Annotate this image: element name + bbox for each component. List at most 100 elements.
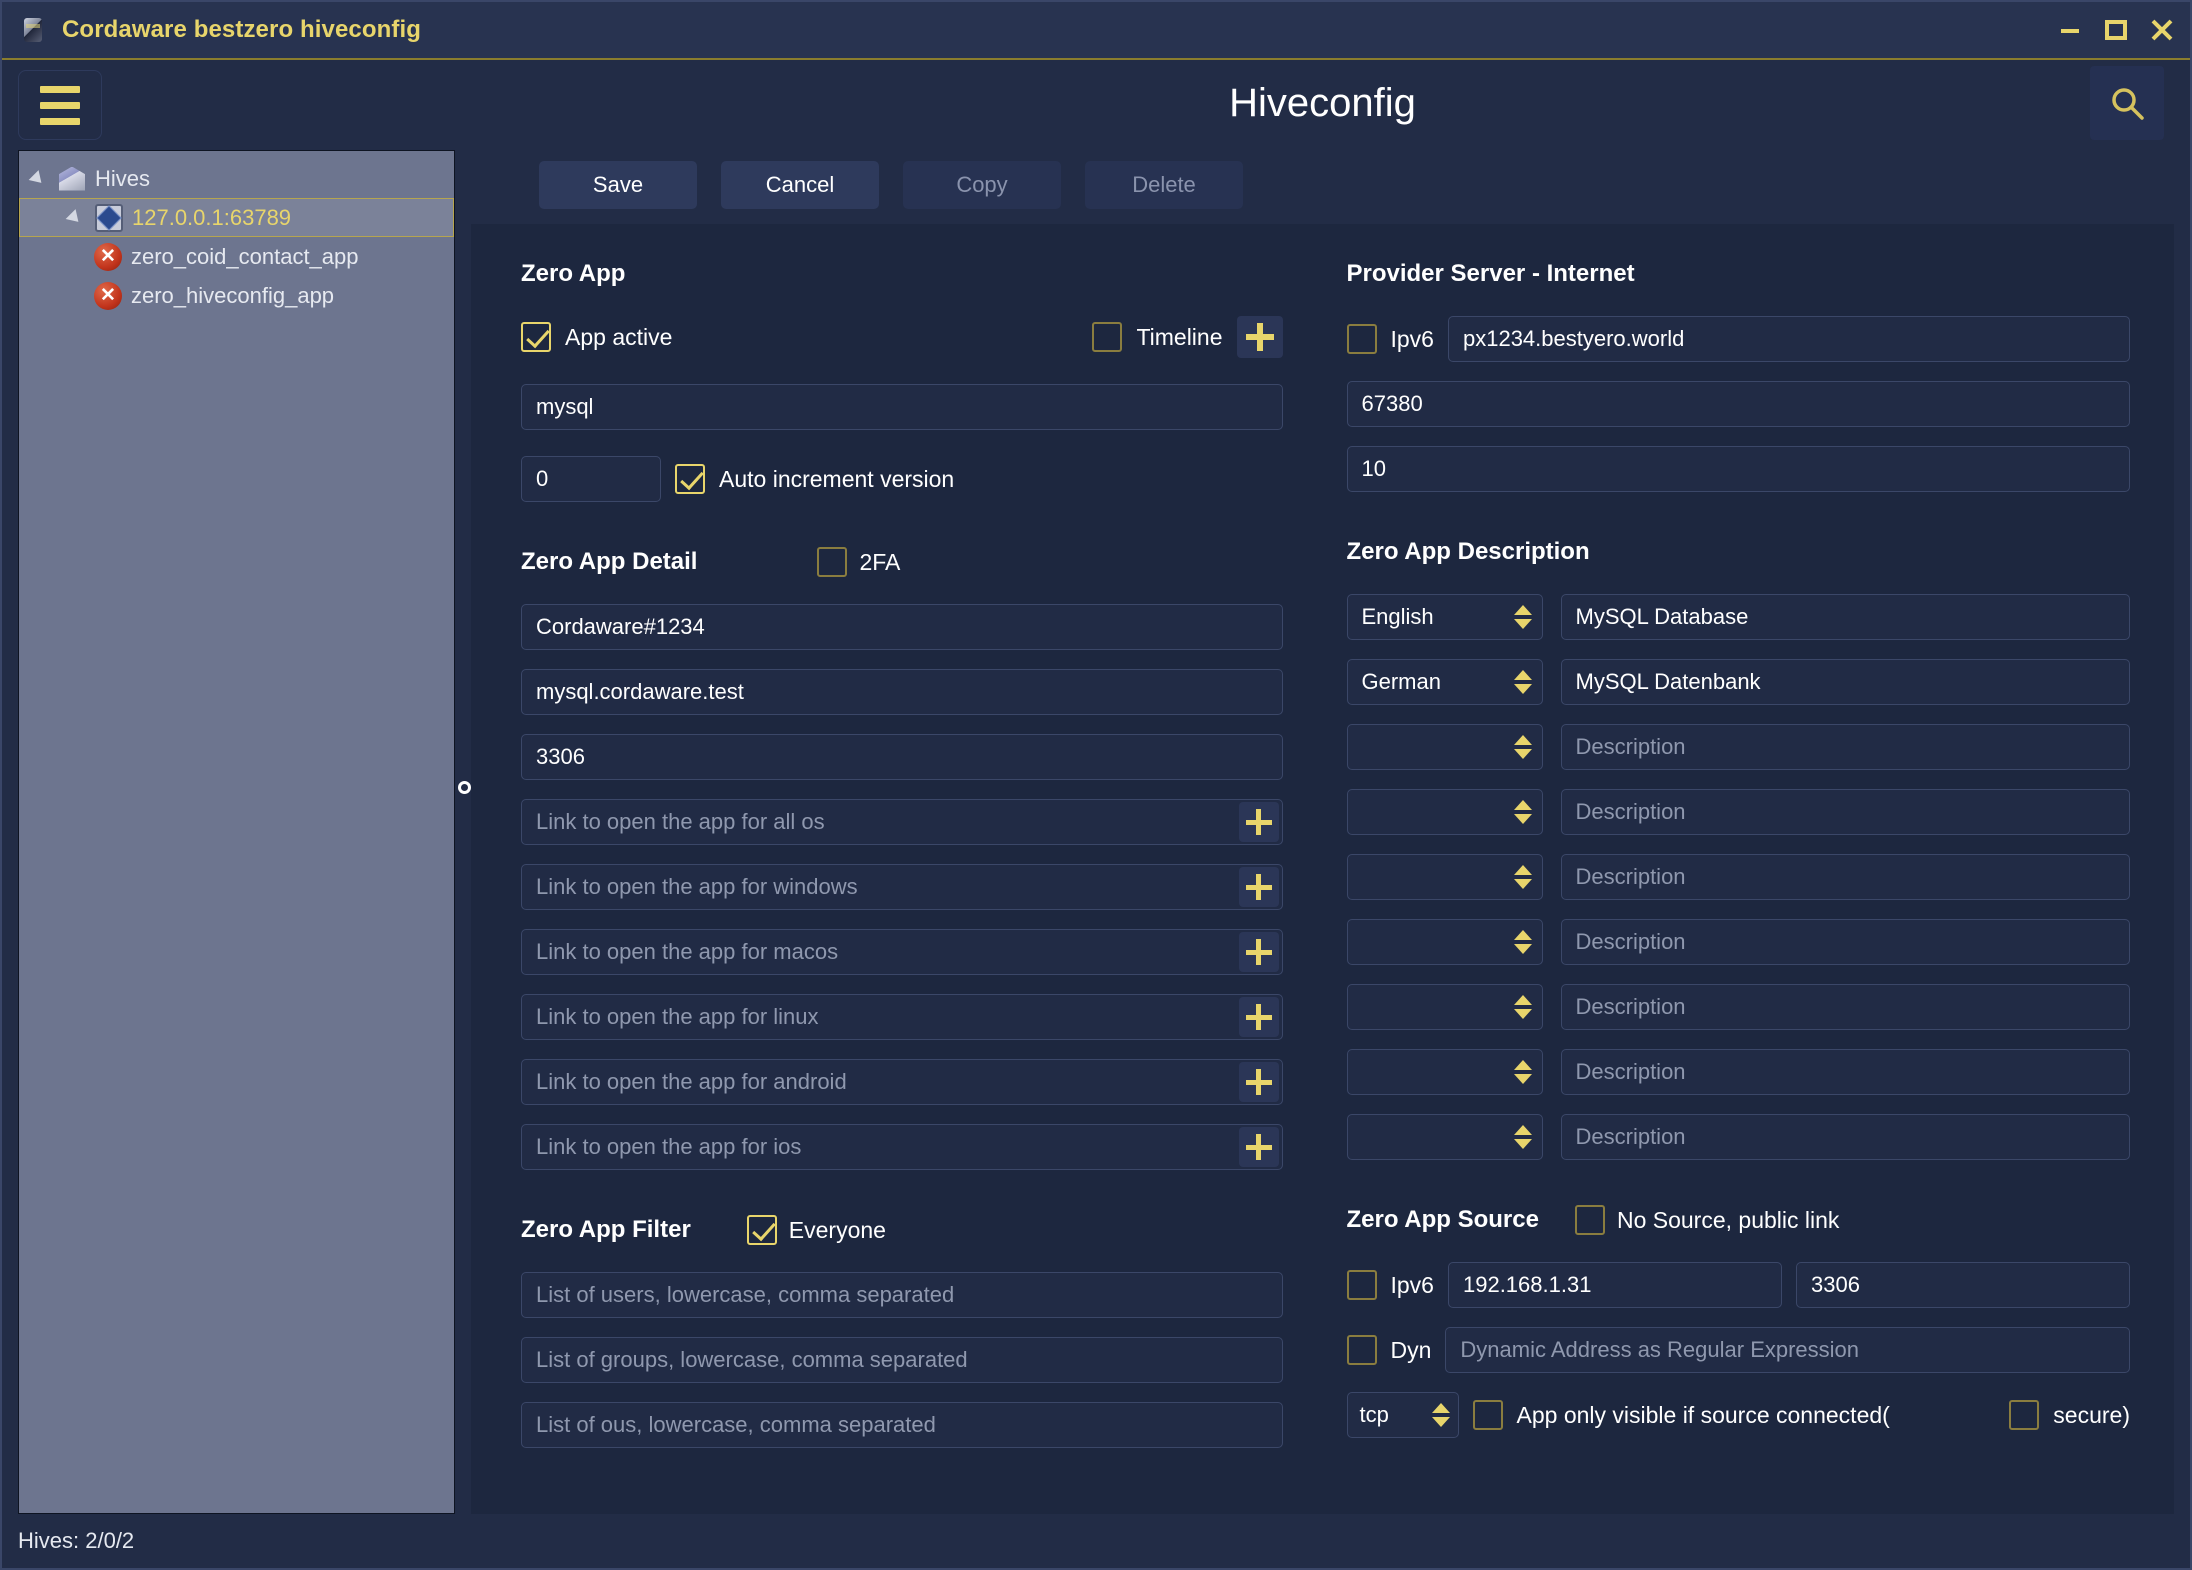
panel-splitter[interactable] [457,60,471,1514]
maximize-icon[interactable] [2094,8,2138,52]
description-language-select[interactable] [1346,789,1543,835]
add-link-all-os-plus-icon[interactable] [1238,802,1279,842]
minimize-icon[interactable] [2048,8,2092,52]
dyn-checkbox[interactable] [1346,1335,1377,1365]
source-port-input[interactable]: 3306 [1795,1262,2130,1308]
error-icon: ✕ [91,281,125,310]
delete-button[interactable]: Delete [1085,161,1243,209]
close-icon[interactable] [2140,8,2184,52]
description-text-input[interactable]: Description [1560,854,2130,900]
no-source-label: No Source, public link [1616,1206,1840,1233]
add-link-android-plus-icon[interactable] [1238,1062,1279,1102]
tree-item-label: zero_hiveconfig_app [131,282,335,308]
description-text-input[interactable]: Description [1560,789,2130,835]
save-button[interactable]: Save [539,161,697,209]
tree-item-zero-hiveconfig-app[interactable]: ✕ zero_hiveconfig_app [19,276,454,315]
description-text-input[interactable]: Description [1560,984,2130,1030]
spinner-arrows-icon[interactable] [1513,930,1532,954]
description-language-select[interactable] [1346,1049,1543,1095]
spinner-arrows-icon[interactable] [1513,735,1532,759]
auto-increment-checkbox[interactable] [675,464,705,494]
twofa-label: 2FA [859,548,901,575]
description-text-input[interactable]: Description [1560,724,2130,770]
description-text-input[interactable]: Description [1560,919,2130,965]
description-text-input[interactable]: Description [1560,1049,2130,1095]
tree-item-hives[interactable]: Hives [19,159,454,198]
spinner-arrows-icon[interactable] [1513,800,1532,824]
spinner-arrows-icon[interactable] [1513,605,1532,629]
tree-item-zero-coid-contact-app[interactable]: ✕ zero_coid_contact_app [19,237,454,276]
spinner-arrows-icon[interactable] [1513,1060,1532,1084]
spinner-arrows-icon[interactable] [1513,865,1532,889]
copy-button[interactable]: Copy [903,161,1061,209]
add-link-macos-plus-icon[interactable] [1238,932,1279,972]
error-icon: ✕ [91,242,125,271]
provider-count-input[interactable]: 10 [1346,446,2130,492]
description-text-input[interactable]: MySQL Datenbank [1560,659,2130,705]
secure-checkbox[interactable] [2009,1400,2040,1430]
filter-ous-input[interactable]: List of ous, lowercase, comma separated [521,1402,1283,1448]
spinner-arrows-icon[interactable] [1431,1403,1450,1427]
twofa-checkbox[interactable] [817,547,848,577]
form-column-right: Provider Server - Internet Ipv6 px1234.b… [1323,254,2175,1514]
filter-users-input[interactable]: List of users, lowercase, comma separate… [521,1272,1283,1318]
provider-ipv6-checkbox[interactable] [1346,324,1377,354]
timeline-label: Timeline [1136,323,1223,350]
link-windows-input[interactable]: Link to open the app for windows [521,864,1283,910]
detail-port-input[interactable]: 3306 [521,734,1283,780]
add-link-ios-plus-icon[interactable] [1238,1127,1279,1167]
link-android-input[interactable]: Link to open the app for android [521,1059,1283,1105]
add-link-windows-plus-icon[interactable] [1238,867,1279,907]
description-language-select[interactable]: English [1346,594,1543,640]
spinner-arrows-icon[interactable] [1513,670,1532,694]
add-timeline-plus-icon[interactable] [1236,316,1283,358]
detail-host-input[interactable]: mysql.cordaware.test [521,669,1283,715]
app-version-input[interactable]: 0 [521,456,661,502]
description-text-input[interactable]: MySQL Database [1560,594,2130,640]
app-active-checkbox[interactable] [521,322,551,352]
tree-item-hive-endpoint[interactable]: 127.0.0.1:63789 [19,198,454,237]
hamburger-icon[interactable] [18,70,102,140]
provider-port-input[interactable]: 67380 [1346,381,2130,427]
provider-host-input[interactable]: px1234.bestyero.world [1447,316,2130,362]
dyn-address-input[interactable]: Dynamic Address as Regular Expression [1445,1327,2130,1373]
source-ipv6-checkbox[interactable] [1346,1270,1377,1300]
description-language-select[interactable] [1346,919,1543,965]
link-ios-input[interactable]: Link to open the app for ios [521,1124,1283,1170]
link-linux-input[interactable]: Link to open the app for linux [521,994,1283,1040]
description-language-select[interactable] [1346,854,1543,900]
search-icon[interactable] [2090,66,2164,140]
no-source-checkbox[interactable] [1574,1205,1605,1235]
app-name-input[interactable]: mysql [521,384,1283,430]
expand-caret-icon[interactable] [19,169,55,188]
description-language-select[interactable] [1346,724,1543,770]
content-row: Hives 127.0.0.1:63789 ✕ zero_coid_contac… [2,60,2190,1514]
spinner-arrows-icon[interactable] [1513,1125,1532,1149]
form-column-left: Zero App App active Timeline mysql 0 Aut… [471,254,1323,1514]
expand-caret-icon[interactable] [56,208,92,227]
description-language-select[interactable] [1346,1114,1543,1160]
source-address-input[interactable]: 192.168.1.31 [1447,1262,1782,1308]
filter-groups-row: List of groups, lowercase, comma separat… [521,1337,1283,1383]
description-text-input[interactable]: Description [1560,1114,2130,1160]
protocol-select[interactable]: tcp [1346,1392,1459,1438]
add-link-linux-plus-icon[interactable] [1238,997,1279,1037]
description-language-select[interactable] [1346,984,1543,1030]
spinner-arrows-icon[interactable] [1513,995,1532,1019]
app-window: Cordaware bestzero hiveconfig Hives 127.… [0,0,2192,1570]
detail-secret-input[interactable]: Cordaware#1234 [521,604,1283,650]
timeline-checkbox[interactable] [1092,322,1123,352]
cancel-button[interactable]: Cancel [721,161,879,209]
description-row: Description [1346,724,2130,770]
everyone-checkbox[interactable] [746,1215,777,1245]
status-text: Hives: 2/0/2 [18,1528,135,1553]
zero-app-filter-heading-row: Zero App Filter Everyone [521,1210,1283,1250]
link-macos-input[interactable]: Link to open the app for macos [521,929,1283,975]
hives-tree[interactable]: Hives 127.0.0.1:63789 ✕ zero_coid_contac… [18,150,455,1514]
splitter-handle[interactable] [457,780,471,794]
only-visible-checkbox[interactable] [1472,1400,1503,1430]
zero-app-source-heading-row: Zero App Source No Source, public link [1347,1200,2131,1240]
description-language-select[interactable]: German [1346,659,1543,705]
link-all-os-input[interactable]: Link to open the app for all os [521,799,1283,845]
filter-groups-input[interactable]: List of groups, lowercase, comma separat… [521,1337,1283,1383]
